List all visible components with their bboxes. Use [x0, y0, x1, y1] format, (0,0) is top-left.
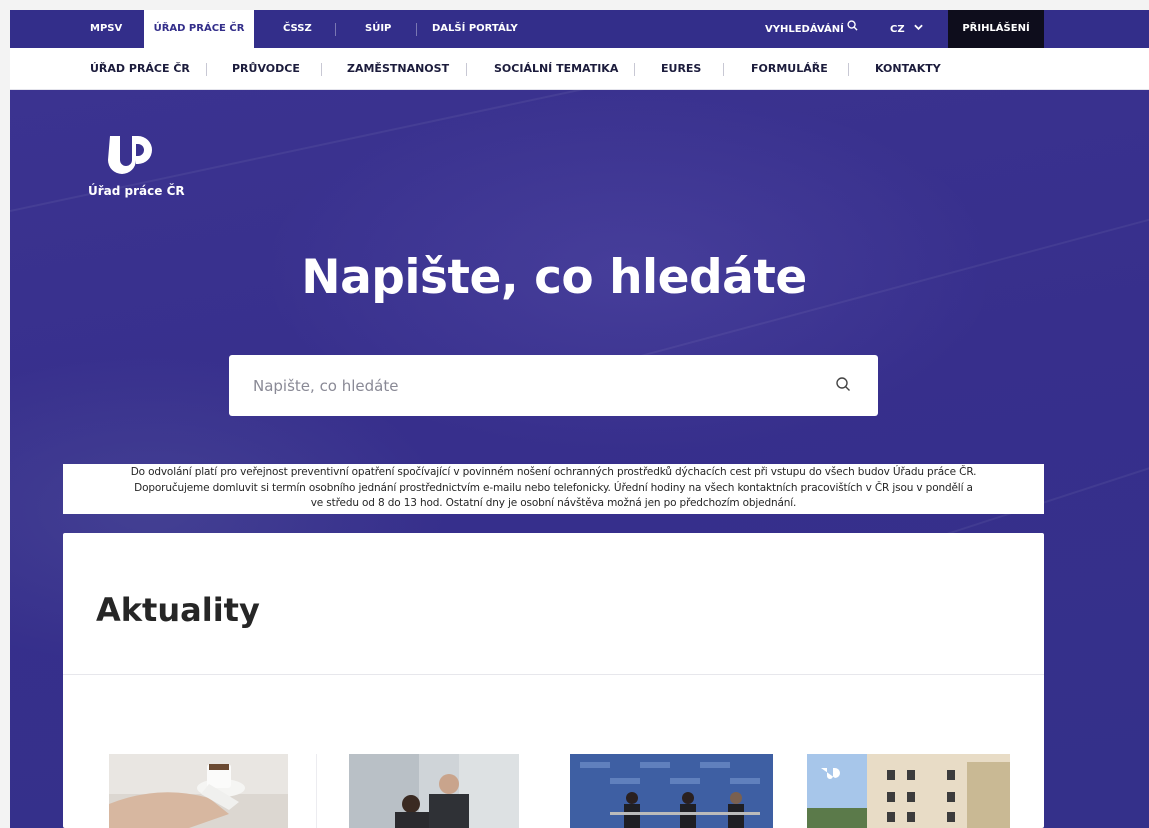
- notice-line: Do odvolání platí pro veřejnost preventi…: [130, 466, 977, 478]
- portal-link-dalsi-portaly[interactable]: DALŠÍ PORTÁLY: [432, 10, 518, 48]
- portal-link-mpsv[interactable]: MPSV: [90, 10, 122, 48]
- news-card-image[interactable]: [570, 754, 773, 828]
- login-button[interactable]: PŘIHLÁŠENÍ: [948, 10, 1044, 48]
- portal-link-urad-prace[interactable]: ÚŘAD PRÁCE ČR: [144, 10, 254, 48]
- nav-item-urad-prace[interactable]: ÚŘAD PRÁCE ČR: [90, 48, 190, 90]
- news-card-image[interactable]: [109, 754, 288, 828]
- news-card-image[interactable]: [349, 754, 519, 828]
- portal-bar: MPSV ÚŘAD PRÁCE ČR ČSSZ SÚIP DALŠÍ PORTÁ…: [10, 10, 1149, 48]
- logo-text: Úřad práce ČR: [88, 184, 185, 198]
- language-label: CZ: [890, 24, 905, 35]
- nav-item-kontakty[interactable]: KONTAKTY: [875, 48, 941, 90]
- search-link[interactable]: VYHLEDÁVÁNÍ: [765, 10, 858, 48]
- nav-separator: [848, 63, 849, 76]
- search-link-label: VYHLEDÁVÁNÍ: [765, 24, 844, 35]
- browser-frame-top: [0, 0, 1149, 10]
- language-selector[interactable]: CZ: [890, 10, 923, 48]
- portal-separator: [335, 23, 336, 36]
- main-navigation: ÚŘAD PRÁCE ČR PRŮVODCE ZAMĚSTNANOST SOCI…: [10, 48, 1149, 90]
- nav-separator: [466, 63, 467, 76]
- hero-search-box: [229, 355, 878, 416]
- portal-link-suip[interactable]: SÚIP: [365, 10, 391, 48]
- portal-link-cssz[interactable]: ČSSZ: [283, 10, 312, 48]
- nav-item-pruvodce[interactable]: PRŮVODCE: [232, 48, 300, 90]
- notice-line: ve středu od 8 do 13 hod. Ostatní dny je…: [310, 497, 797, 509]
- urad-prace-logo-icon: [108, 136, 152, 174]
- nav-item-eures[interactable]: EURES: [661, 48, 701, 90]
- nav-item-socialni-tematika[interactable]: SOCIÁLNÍ TEMATIKA: [494, 48, 618, 90]
- chevron-down-icon: [914, 10, 923, 48]
- covid-notice: Do odvolání platí pro veřejnost preventi…: [63, 464, 1044, 514]
- search-input[interactable]: [229, 355, 819, 416]
- portal-separator: [416, 23, 417, 36]
- news-divider: [63, 674, 1044, 675]
- news-section: Aktuality: [63, 533, 1044, 828]
- nav-item-zamestnanost[interactable]: ZAMĚSTNANOST: [347, 48, 449, 90]
- browser-frame-left: [0, 0, 10, 828]
- nav-separator: [321, 63, 322, 76]
- nav-separator: [723, 63, 724, 76]
- nav-separator: [206, 63, 207, 76]
- hero-title: Napište, co hledáte: [301, 250, 807, 305]
- nav-separator: [634, 63, 635, 76]
- notice-line: Doporučujeme domluvit si termín osobního…: [134, 481, 973, 494]
- search-icon: [847, 10, 858, 48]
- news-title: Aktuality: [96, 591, 260, 629]
- search-icon[interactable]: [835, 376, 853, 394]
- nav-item-formulare[interactable]: FORMULÁŘE: [751, 48, 828, 90]
- site-logo[interactable]: Úřad práce ČR: [88, 132, 198, 202]
- card-separator: [316, 754, 317, 828]
- news-card-image[interactable]: [807, 754, 1010, 828]
